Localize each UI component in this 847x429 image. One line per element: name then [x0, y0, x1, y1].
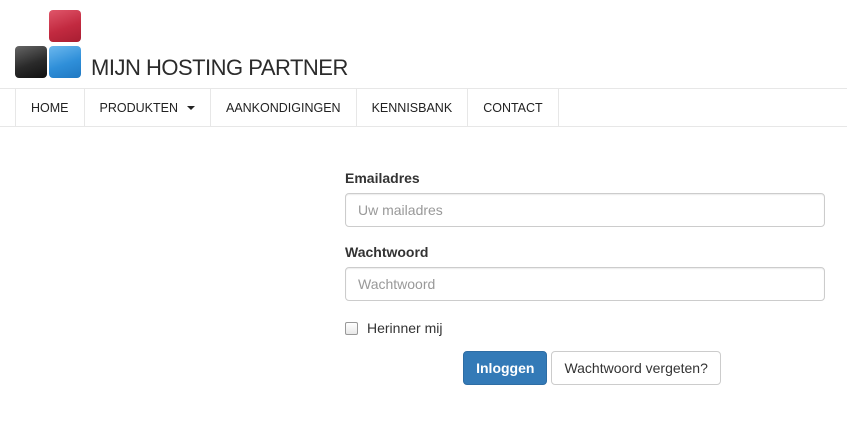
remember-me: Herinner mij	[345, 318, 825, 338]
form-actions: Inloggen Wachtwoord vergeten?	[345, 351, 825, 385]
password-group: Wachtwoord	[345, 242, 825, 301]
nav-item-kennisbank[interactable]: KENNISBANK	[357, 89, 469, 126]
site-header: MIJN HOSTING PARTNER	[0, 0, 847, 88]
caret-down-icon	[186, 105, 195, 110]
remember-checkbox[interactable]	[345, 321, 358, 335]
nav-item-label: KENNISBANK	[371, 100, 453, 115]
nav-item-produkten[interactable]: PRODUKTEN	[85, 89, 211, 126]
nav-item-home[interactable]: HOME	[16, 89, 85, 126]
nav-list: HOME PRODUKTEN AANKONDIGINGEN KENNISBANK…	[15, 89, 559, 126]
nav-item-aankondigingen[interactable]: AANKONDIGINGEN	[211, 89, 357, 126]
logo-black-square	[15, 46, 47, 78]
logo-red-square	[49, 10, 81, 42]
nav-item-contact[interactable]: CONTACT	[468, 89, 559, 126]
remember-label[interactable]: Herinner mij	[367, 320, 442, 336]
password-label: Wachtwoord	[345, 244, 429, 260]
nav-item-label: HOME	[31, 100, 69, 115]
nav-item-label: AANKONDIGINGEN	[225, 100, 341, 115]
nav-item-label: CONTACT	[483, 100, 543, 115]
nav-item-label: PRODUKTEN	[99, 100, 178, 115]
email-field[interactable]	[345, 193, 825, 227]
logo-blue-square	[49, 46, 81, 78]
login-form: Emailadres Wachtwoord Herinner mij Inlog…	[345, 168, 825, 385]
brand-logo[interactable]: MIJN HOSTING PARTNER	[14, 10, 348, 80]
password-field[interactable]	[345, 267, 825, 301]
brand-name: MIJN HOSTING PARTNER	[91, 55, 348, 80]
forgot-password-button[interactable]: Wachtwoord vergeten?	[551, 351, 721, 385]
main-navbar: HOME PRODUKTEN AANKONDIGINGEN KENNISBANK…	[0, 88, 847, 127]
email-label: Emailadres	[345, 170, 420, 186]
login-button[interactable]: Inloggen	[463, 351, 548, 385]
